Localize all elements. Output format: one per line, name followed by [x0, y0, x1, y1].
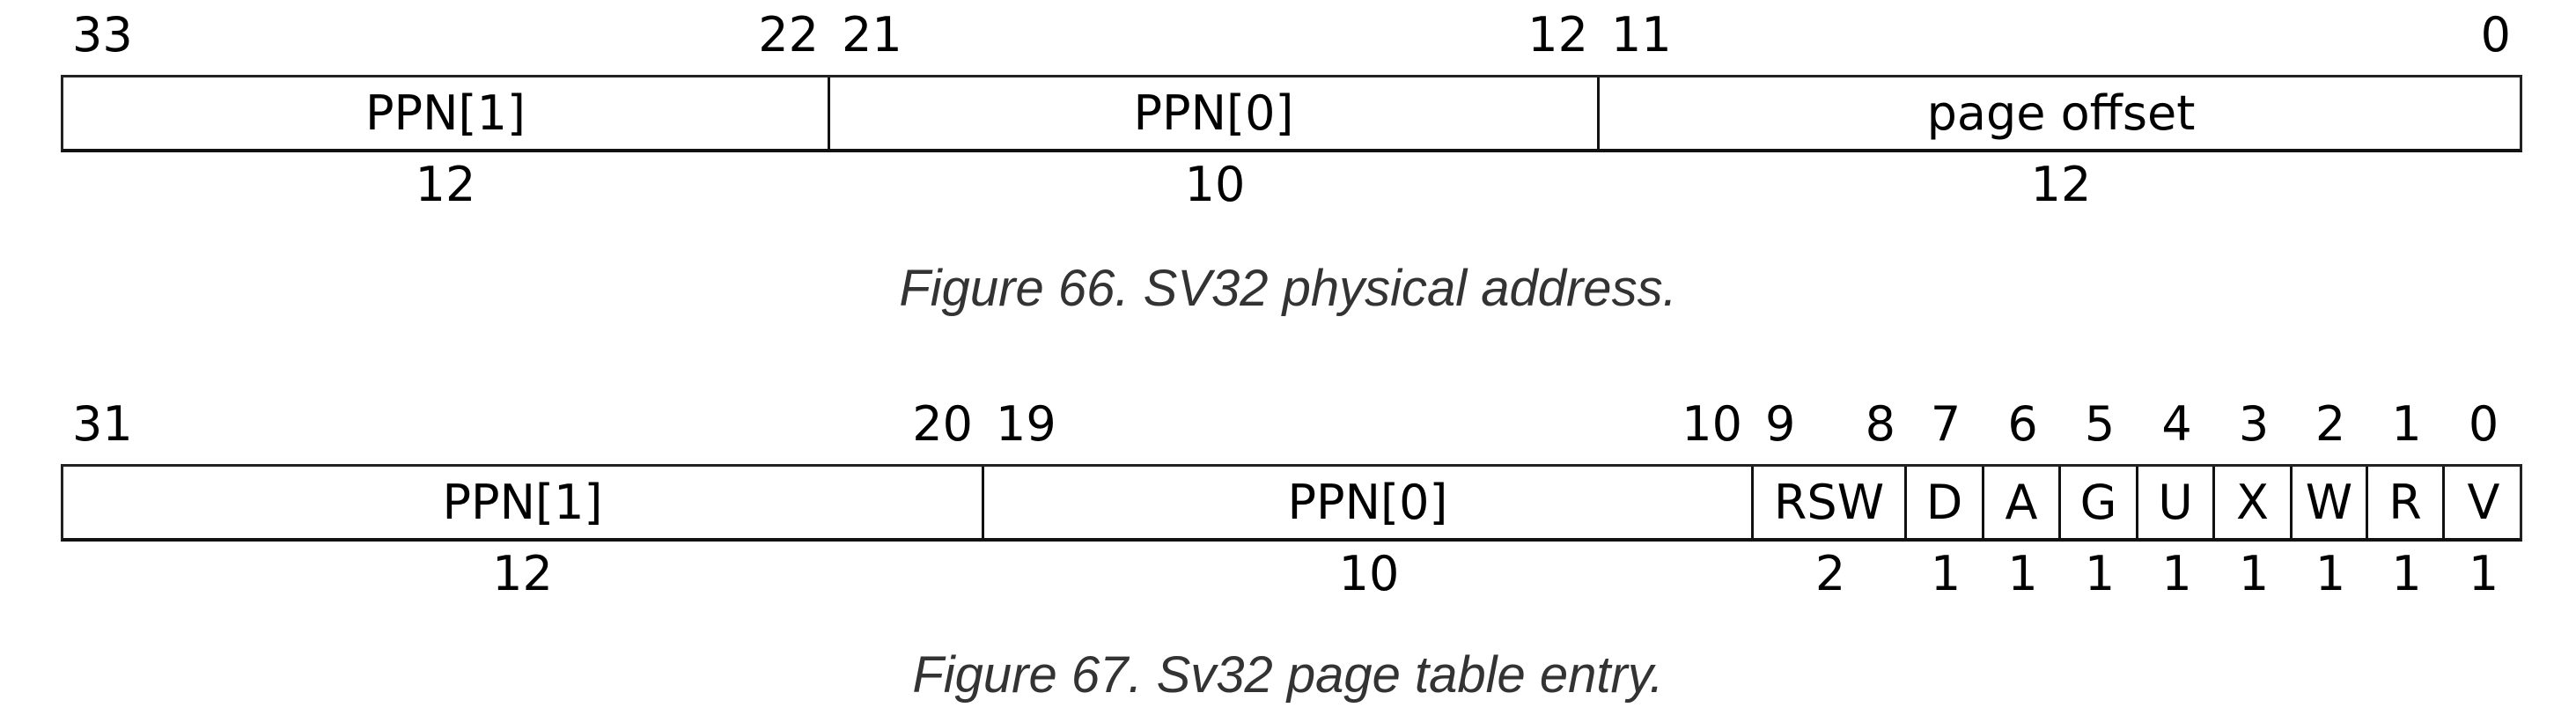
field-rsw: RSW: [1754, 467, 1907, 538]
field-global: G: [2061, 467, 2138, 538]
field-accessed: A: [1984, 467, 2061, 538]
field-width-labels: 12 10 2 1 1 1 1 1 1 1 1: [0, 548, 2576, 601]
width-label: 1: [2007, 546, 2038, 601]
bit-label-lsb: 12: [1527, 7, 1588, 63]
bit-label: 2: [2315, 396, 2346, 452]
bit-label: 0: [2468, 396, 2499, 452]
field-user: U: [2138, 467, 2215, 538]
field-ppn0: PPN[0]: [830, 77, 1600, 149]
bit-label-msb: 21: [842, 7, 902, 63]
bit-label-msb: 31: [72, 396, 133, 452]
bit-label: 1: [2391, 396, 2422, 452]
figure-caption: Figure 66. SV32 physical address.: [899, 260, 1677, 317]
register-diagram: PPN[1] PPN[0] page offset: [61, 75, 2522, 152]
width-label: 12: [492, 546, 553, 601]
bit-label-lsb: 20: [912, 396, 973, 452]
width-label: 1: [1930, 546, 1961, 601]
field-ppn1: PPN[1]: [63, 467, 984, 538]
bit-label-msb: 19: [996, 396, 1056, 452]
field-page-offset: page offset: [1926, 85, 2196, 141]
bit-index-labels: 33 22 21 12 11 0: [0, 9, 2576, 62]
field-width-labels: 12 10 12: [0, 158, 2576, 211]
width-label: 1: [2238, 546, 2270, 601]
field-valid: V: [2467, 474, 2500, 530]
bit-label-lsb: 22: [758, 7, 819, 63]
bit-label-msb: 33: [72, 7, 133, 63]
bit-label-lsb: 8: [1865, 396, 1895, 452]
field-execute: X: [2215, 467, 2293, 538]
bit-label: 6: [2007, 396, 2038, 452]
field-ppn0: PPN[0]: [984, 467, 1754, 538]
width-label: 12: [415, 157, 476, 212]
width-label: 10: [1338, 546, 1400, 601]
bit-label: 4: [2161, 396, 2192, 452]
bit-label-lsb: 0: [2480, 7, 2511, 63]
width-label: 2: [1814, 546, 1846, 601]
register-diagram: PPN[1] PPN[0] RSW D A G U X W R V: [61, 464, 2522, 542]
width-label: 1: [2391, 546, 2422, 601]
field-dirty: D: [1907, 467, 1984, 538]
field-write: W: [2293, 467, 2368, 538]
width-label: 1: [2468, 546, 2499, 601]
width-label: 1: [2161, 546, 2192, 601]
field-ppn1: PPN[1]: [63, 77, 830, 149]
width-label: 1: [2315, 546, 2346, 601]
bit-label: 7: [1930, 396, 1961, 452]
bit-label: 3: [2238, 396, 2270, 452]
width-label: 10: [1184, 157, 1246, 212]
figure-caption: Figure 67. Sv32 page table entry.: [912, 646, 1664, 704]
bit-label-msb: 11: [1611, 7, 1672, 63]
width-label: 12: [2030, 157, 2092, 212]
bit-label: 5: [2084, 396, 2116, 452]
bit-index-labels: 31 20 19 10 9 8 7 6 5 4 3 2 1 0: [0, 398, 2576, 451]
width-label: 1: [2084, 546, 2116, 601]
field-read: R: [2368, 467, 2445, 538]
